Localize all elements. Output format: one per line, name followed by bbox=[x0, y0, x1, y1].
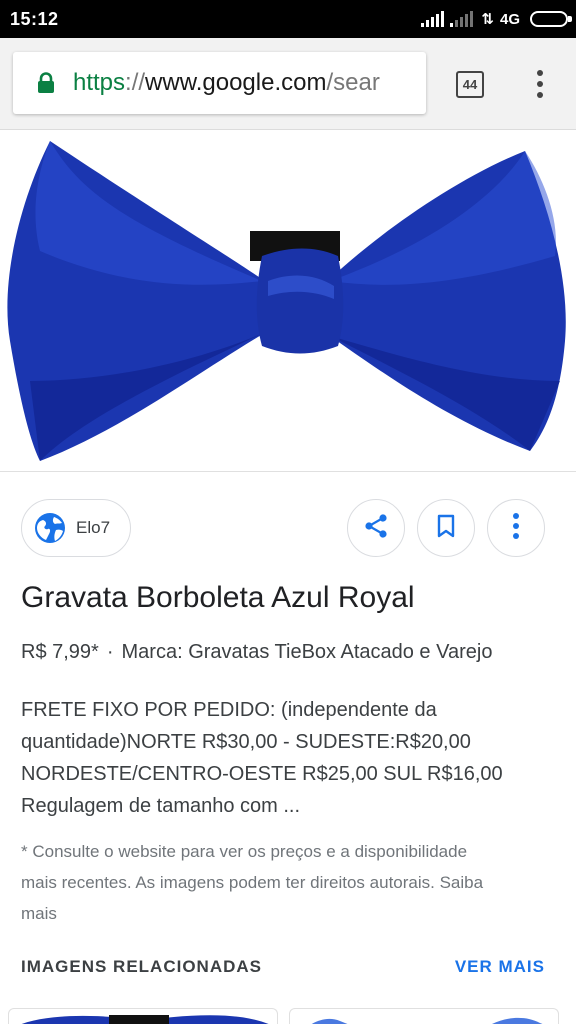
overflow-menu-icon[interactable] bbox=[530, 68, 550, 100]
related-images-title: IMAGENS RELACIONADAS bbox=[21, 957, 263, 976]
tabs-icon[interactable]: 44 bbox=[456, 71, 484, 98]
description-line: NORDESTE/CENTRO-OESTE R$25,00 SUL R$16,0… bbox=[21, 763, 503, 785]
more-vert-icon bbox=[511, 512, 521, 545]
status-time: 15:12 bbox=[10, 9, 59, 29]
description-line: FRETE FIXO POR PEDIDO: (independente da bbox=[21, 699, 437, 721]
price: R$ 7,99* bbox=[21, 641, 99, 663]
battery-icon bbox=[530, 11, 572, 27]
url-scheme: https bbox=[73, 69, 126, 96]
related-image-thumbnail[interactable] bbox=[8, 1008, 278, 1024]
result-title[interactable]: Gravata Borboleta Azul Royal bbox=[21, 581, 415, 615]
source-chip[interactable]: Elo7 bbox=[21, 499, 131, 557]
meta-separator: · bbox=[106, 641, 114, 663]
status-icons: ⇅ 4G bbox=[421, 8, 572, 30]
brand: Marca: Gravatas TieBox Atacado e Varejo bbox=[121, 641, 493, 663]
signal-icon bbox=[421, 11, 445, 27]
data-arrows-icon: ⇅ bbox=[481, 11, 494, 28]
product-image[interactable] bbox=[0, 131, 576, 472]
source-label: Elo7 bbox=[76, 518, 111, 537]
save-button[interactable] bbox=[417, 499, 475, 557]
browser-toolbar: https://www.google.com/sear 44 bbox=[0, 38, 576, 130]
result-meta: R$ 7,99* · Marca: Gravatas TieBox Atacado … bbox=[21, 641, 492, 664]
bow-tie-image bbox=[7, 141, 566, 461]
description-line: quantidade)NORTE R$30,00 - SUDESTE:R$20,… bbox=[21, 731, 471, 753]
network-type: 4G bbox=[499, 10, 520, 28]
globe-icon bbox=[34, 512, 66, 544]
disclaimer: * Consulte o website para ver os preços … bbox=[21, 836, 561, 929]
bookmark-icon bbox=[435, 513, 457, 544]
url-host: www.google.com bbox=[145, 69, 327, 96]
url-path: /sear bbox=[326, 69, 380, 96]
result-description: FRETE FIXO POR PEDIDO: (independente da … bbox=[21, 694, 561, 822]
related-image-thumbnail[interactable] bbox=[289, 1008, 559, 1024]
url-separator: :// bbox=[125, 69, 146, 96]
description-line: Regulagem de tamanho com ... bbox=[21, 795, 301, 817]
share-button[interactable] bbox=[347, 499, 405, 557]
disclaimer-line[interactable]: mais bbox=[21, 898, 561, 929]
url-text: https://www.google.com/sear bbox=[73, 69, 380, 97]
disclaimer-line: mais recentes. As imagens podem ter dire… bbox=[21, 873, 484, 892]
status-bar: 15:12 ⇅ 4G bbox=[0, 0, 576, 38]
disclaimer-line: * Consulte o website para ver os preços … bbox=[21, 842, 468, 861]
address-bar[interactable]: https://www.google.com/sear bbox=[13, 52, 426, 114]
more-options-button[interactable] bbox=[487, 499, 545, 557]
signal-weak-icon bbox=[450, 11, 474, 27]
see-more-link[interactable]: VER MAIS bbox=[455, 957, 545, 977]
share-icon bbox=[363, 513, 389, 544]
lock-icon bbox=[35, 72, 57, 94]
bow-tie-knot bbox=[256, 248, 344, 354]
